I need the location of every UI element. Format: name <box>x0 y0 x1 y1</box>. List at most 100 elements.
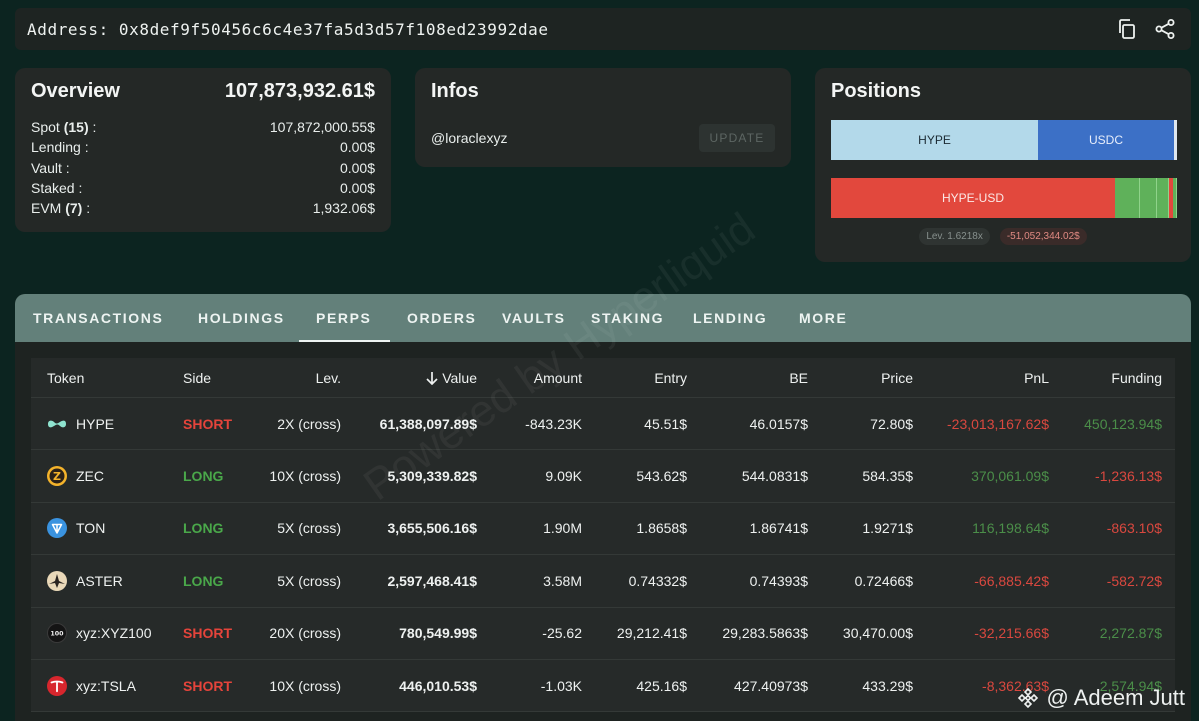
overview-row-vault: Vault : 0.00$ <box>31 159 375 176</box>
amount: 1.90M <box>543 520 582 537</box>
overview-row-lending: Lending : 0.00$ <box>31 139 375 156</box>
pnl: -66,885.42$ <box>974 572 1049 589</box>
svg-text:100: 100 <box>50 631 64 638</box>
amount: 9.09K <box>545 468 582 485</box>
tab-transactions[interactable]: TRANSACTIONS <box>15 294 181 342</box>
positions-segment-aster[interactable] <box>1157 178 1169 218</box>
tsla-icon <box>47 675 67 696</box>
amount: -25.62 <box>542 625 582 642</box>
tab-more[interactable]: MORE <box>782 294 862 342</box>
break-even: 29,283.5863$ <box>722 625 808 642</box>
overview-total: 107,873,932.61$ <box>224 80 375 102</box>
break-even: 544.0831$ <box>741 468 808 485</box>
col-side[interactable]: Side <box>167 370 237 386</box>
funding: -1,236.13$ <box>1095 468 1162 485</box>
aster-icon <box>47 570 67 591</box>
svg-text:Z: Z <box>53 470 61 483</box>
overview-row-evm: EVM (7) : 1,932.06$ <box>31 200 375 217</box>
perps-table: Token Side Lev. Value Amount Entry BE Pr… <box>31 358 1175 713</box>
leverage: 2X (cross) <box>277 415 341 432</box>
col-lev[interactable]: Lev. <box>237 370 341 386</box>
allocation-segment-usdc[interactable]: USDC <box>1038 120 1174 160</box>
col-be[interactable]: BE <box>687 370 808 386</box>
mark-price: 584.35$ <box>862 468 913 485</box>
tab-holdings[interactable]: HOLDINGS <box>181 294 299 342</box>
address-actions <box>1115 17 1177 41</box>
entry-price: 543.62$ <box>636 468 687 485</box>
col-pnl[interactable]: PnL <box>913 370 1049 386</box>
table-row[interactable]: 100 xyz:XYZ100 SHORT 20X (cross) 780,549… <box>31 607 1175 660</box>
zec-icon: Z <box>47 466 67 487</box>
entry-price: 425.16$ <box>636 677 687 694</box>
allocation-segment-hype[interactable]: HYPE <box>831 120 1038 160</box>
leverage-pill: Lev. 1.6218x <box>919 228 990 245</box>
funding: 2,272.87$ <box>1099 625 1162 642</box>
token-name: xyz:XYZ100 <box>76 625 152 642</box>
col-entry[interactable]: Entry <box>582 370 687 386</box>
funding: -863.10$ <box>1106 520 1162 537</box>
col-value[interactable]: Value <box>341 370 477 386</box>
positions-stats: Lev. 1.6218x -51,052,344.02$ <box>815 228 1191 245</box>
address-bar: Address: 0x8def9f50456c6c4e37fa5d3d57f10… <box>15 8 1191 50</box>
tab-orders[interactable]: ORDERS <box>390 294 485 342</box>
token-name: TON <box>76 520 106 537</box>
side-badge: SHORT <box>183 677 232 694</box>
tab-lending[interactable]: LENDING <box>676 294 782 342</box>
update-button[interactable]: UPDATE <box>699 124 775 152</box>
ton-icon <box>47 518 67 539</box>
funding: 450,123.94$ <box>1084 415 1162 432</box>
break-even: 1.86741$ <box>749 520 808 537</box>
leverage: 5X (cross) <box>277 520 341 537</box>
entry-price: 1.8658$ <box>636 520 687 537</box>
binance-icon <box>1018 687 1039 709</box>
share-icon[interactable] <box>1153 17 1177 41</box>
net-amount-pill: -51,052,344.02$ <box>999 228 1087 245</box>
col-funding[interactable]: Funding <box>1049 370 1162 386</box>
entry-price: 0.74332$ <box>628 572 687 589</box>
infos-handle: @loraclexyz <box>431 130 508 146</box>
pnl: -23,013,167.62$ <box>947 415 1049 432</box>
positions-title: Positions <box>831 80 922 102</box>
token-name: ASTER <box>76 572 123 589</box>
positions-bar: HYPE-USD <box>831 178 1177 218</box>
mark-price: 0.72466$ <box>854 572 913 589</box>
table-row[interactable]: xyz:TSLA SHORT 10X (cross) 446,010.53$ -… <box>31 659 1175 713</box>
leverage: 10X (cross) <box>269 468 341 485</box>
positions-segment-tsla[interactable] <box>1173 178 1177 218</box>
infos-title: Infos <box>431 80 479 102</box>
table-row[interactable]: TON LONG 5X (cross) 3,655,506.16$ 1.90M … <box>31 502 1175 556</box>
side-badge: LONG <box>183 520 224 537</box>
amount: -1.03K <box>540 677 582 694</box>
address-label: Address: <box>27 19 109 39</box>
tab-perps[interactable]: PERPS <box>299 294 390 342</box>
token-name: ZEC <box>76 468 104 485</box>
xyz100-icon: 100 <box>47 623 67 644</box>
table-header: Token Side Lev. Value Amount Entry BE Pr… <box>31 358 1175 398</box>
token-name: HYPE <box>76 415 115 432</box>
side-badge: SHORT <box>183 625 232 642</box>
break-even: 0.74393$ <box>749 572 808 589</box>
side-badge: SHORT <box>183 415 232 432</box>
sort-desc-icon <box>426 371 438 385</box>
hype-icon <box>47 414 67 434</box>
mark-price: 72.80$ <box>870 415 913 432</box>
copy-icon[interactable] <box>1115 17 1139 41</box>
overview-row-staked: Staked : 0.00$ <box>31 179 375 196</box>
col-price[interactable]: Price <box>808 370 913 386</box>
overview-row-spot: Spot (15) : 107,872,000.55$ <box>31 119 375 135</box>
infos-card: Infos @loraclexyz UPDATE <box>415 68 791 167</box>
positions-segment-hype-usd[interactable]: HYPE-USD <box>831 178 1115 218</box>
entry-price: 45.51$ <box>644 415 687 432</box>
address-value[interactable]: 0x8def9f50456c6c4e37fa5d3d57f108ed23992d… <box>119 20 549 39</box>
details-panel: TRANSACTIONS HOLDINGS PERPS ORDERS VAULT… <box>15 294 1191 721</box>
col-token[interactable]: Token <box>31 370 167 386</box>
break-even: 46.0157$ <box>749 415 808 432</box>
side-badge: LONG <box>183 468 224 485</box>
table-row[interactable]: Z ZEC LONG 10X (cross) 5,309,339.82$ 9.0… <box>31 450 1175 503</box>
positions-segment-ton[interactable] <box>1140 178 1157 218</box>
positions-segment-zec[interactable] <box>1115 178 1140 218</box>
break-even: 427.40973$ <box>734 677 808 694</box>
table-row[interactable]: ASTER LONG 5X (cross) 2,597,468.41$ 3.58… <box>31 555 1175 608</box>
table-row[interactable]: HYPE SHORT 2X (cross) 61,388,097.89$ -84… <box>31 398 1175 451</box>
mark-price: 1.9271$ <box>862 520 913 537</box>
